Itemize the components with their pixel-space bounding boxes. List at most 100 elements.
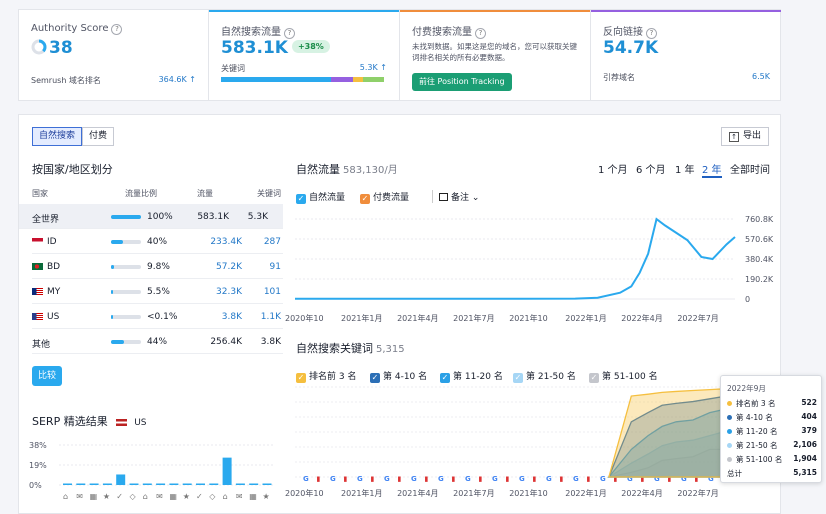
geo-row[interactable]: BD 9.8% 57.2K 91 xyxy=(32,254,283,279)
serp-bar xyxy=(169,483,179,485)
comment-icon xyxy=(439,193,448,201)
legend-rank-1[interactable]: ✓ 第 4-10 名 xyxy=(370,369,427,383)
chevron-down-icon: ⌄ xyxy=(471,193,480,203)
x-tick-label: 2021年4月 xyxy=(397,488,438,498)
y-tick-label: 570.6K xyxy=(745,235,774,244)
tooltip-row: 第 51-100 名 1,904 xyxy=(727,454,817,465)
serp-bar xyxy=(156,483,166,485)
serp-bar xyxy=(102,483,112,485)
share-value: 100% xyxy=(147,212,173,222)
serp-bar xyxy=(249,483,259,485)
event-flag-icon: ▮ xyxy=(587,475,591,483)
legend-rank-4[interactable]: ✓ 第 51-100 名 xyxy=(589,369,658,383)
flag-icon xyxy=(32,313,43,320)
x-tick-label: 2022年4月 xyxy=(621,488,662,498)
main-panel: 自然搜索 付费 ↑ 导出 按国家/地区划分 国家 流量比例 流量 关键词 全世界 … xyxy=(18,114,781,514)
geo-row[interactable]: US <0.1% 3.8K 1.1K xyxy=(32,304,283,329)
tooltip-total: 总计 5,315 xyxy=(727,468,817,478)
export-button[interactable]: ↑ 导出 xyxy=(721,127,770,146)
share-bar xyxy=(111,215,141,219)
upload-icon: ↑ xyxy=(729,132,739,142)
kpi-title: 付费搜索流量 xyxy=(412,27,472,38)
legend-paid[interactable]: ✓ 付费流量 xyxy=(360,190,409,204)
backlinks-value[interactable]: 54.7K xyxy=(603,38,658,58)
google-update-icon: G xyxy=(492,475,498,483)
x-tick-label: 2020年10 xyxy=(285,313,324,323)
serp-bar xyxy=(76,483,86,485)
share-value: 9.8% xyxy=(147,262,170,272)
legend-rank-3[interactable]: ✓ 第 21-50 名 xyxy=(513,369,576,383)
serp-bar xyxy=(222,457,232,485)
tooltip-row: 第 21-50 名 2,106 xyxy=(727,440,817,451)
kpi-title: Authority Score xyxy=(31,23,109,34)
keywords-value: 91 xyxy=(269,262,281,272)
paid-traffic-card: 付费搜索流量? 未找到数据。如果这是您的域名，您可以获取关键词排名相关的所有必要… xyxy=(400,10,591,100)
y-tick-label: 38% xyxy=(29,441,47,450)
x-tick-label: 2021年4月 xyxy=(397,313,438,323)
country-name: MY xyxy=(32,287,60,297)
geo-row[interactable]: 其他 44% 256.4K 3.8K xyxy=(32,329,283,354)
checkbox-icon: ✓ xyxy=(513,373,523,383)
x-tick-label: 2022年1月 xyxy=(565,313,606,323)
notes-dropdown[interactable]: 备注 ⌄ xyxy=(432,190,479,203)
semrush-rank-value[interactable]: 364.6K ↑ xyxy=(159,75,196,84)
google-update-icon: G xyxy=(384,475,390,483)
legend-organic[interactable]: ✓ 自然流量 xyxy=(296,190,345,204)
google-update-icon: G xyxy=(330,475,336,483)
google-update-icon: G xyxy=(573,475,579,483)
serp-title: SERP 精选结果 xyxy=(32,415,108,428)
range-2y[interactable]: 2 年 xyxy=(702,161,722,178)
traffic-value: 583.1K xyxy=(197,212,229,222)
geo-row[interactable]: ID 40% 233.4K 287 xyxy=(32,229,283,254)
tab-paid[interactable]: 付费 xyxy=(82,127,115,146)
country-name: 其他 xyxy=(32,340,51,350)
google-update-icon: G xyxy=(303,475,309,483)
info-icon[interactable]: ? xyxy=(111,24,123,35)
y-tick-label: 380.4K xyxy=(745,255,774,264)
position-tracking-button[interactable]: 前往 Position Tracking xyxy=(412,73,512,91)
organic-value[interactable]: 583.1K xyxy=(221,38,288,58)
country-name: BD xyxy=(32,262,60,272)
traffic-title: 自然流量 xyxy=(296,163,340,176)
serp-bar xyxy=(235,483,245,485)
flag-icon xyxy=(32,238,43,245)
geo-row[interactable]: MY 5.5% 32.3K 101 xyxy=(32,279,283,304)
geo-row[interactable]: 全世界 100% 583.1K 5.3K xyxy=(19,204,283,229)
range-1y[interactable]: 1 年 xyxy=(675,161,695,176)
share-bar xyxy=(111,265,141,269)
serp-bar xyxy=(116,474,126,485)
legend-rank-0[interactable]: ✓ 排名前 3 名 xyxy=(296,369,356,383)
x-tick-label: 2020年10 xyxy=(285,488,324,498)
range-all[interactable]: 全部时间 xyxy=(730,161,770,176)
share-bar xyxy=(111,290,141,294)
keywords-value: 5.3K xyxy=(247,212,268,222)
checkbox-icon: ✓ xyxy=(440,373,450,383)
serp-bar xyxy=(63,483,72,485)
tab-organic[interactable]: 自然搜索 xyxy=(32,127,83,146)
tooltip-row: 第 4-10 名 404 xyxy=(727,412,817,423)
x-tick-label: 2022年4月 xyxy=(621,313,662,323)
share-bar xyxy=(111,315,141,319)
authority-value: 38 xyxy=(49,38,73,58)
traffic-value: 256.4K xyxy=(210,337,242,347)
google-update-icon: G xyxy=(465,475,471,483)
event-flag-icon: ▮ xyxy=(425,475,429,483)
serp-bar xyxy=(196,483,205,485)
keywords-chart: 2020年10 2021年1月 2021年4月 2021年7月 2021年10 2022年… xyxy=(285,386,736,498)
keywords-label: 关键词 xyxy=(221,64,245,73)
range-6m[interactable]: 6 个月 xyxy=(636,161,666,176)
share-value: 40% xyxy=(147,237,168,247)
traffic-value: 57.2K xyxy=(216,262,242,272)
google-update-icon: G xyxy=(600,475,606,483)
compare-button[interactable]: 比较 xyxy=(32,366,63,386)
legend-rank-2[interactable]: ✓ 第 11-20 名 xyxy=(440,369,503,383)
tooltip-row: 第 11-20 名 379 xyxy=(727,426,817,437)
info-icon[interactable]: ? xyxy=(475,28,486,39)
keywords-value[interactable]: 5.3K ↑ xyxy=(360,63,387,72)
flag-icon xyxy=(32,263,43,270)
referring-domains-value[interactable]: 6.5K xyxy=(752,72,770,81)
google-update-icon: G xyxy=(357,475,363,483)
range-1m[interactable]: 1 个月 xyxy=(598,161,628,176)
x-tick-label: 2022年1月 xyxy=(565,488,606,498)
y-tick-label: 0% xyxy=(29,481,42,490)
